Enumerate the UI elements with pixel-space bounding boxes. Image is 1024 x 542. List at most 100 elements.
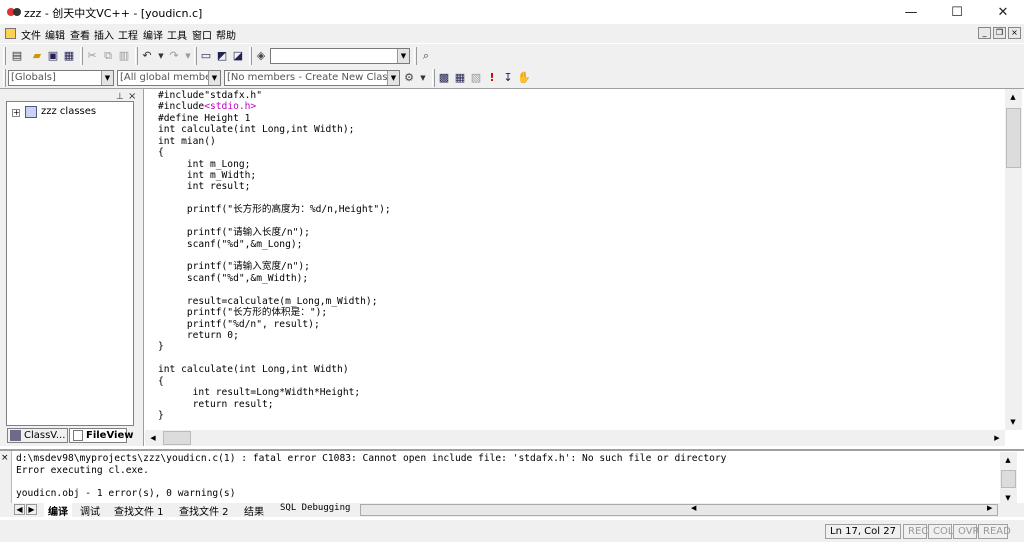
code-line: return result;: [158, 398, 274, 410]
tab-debug[interactable]: 调试: [80, 503, 100, 518]
fileview-icon: [73, 430, 83, 441]
open-folder-icon[interactable]: ▰: [30, 49, 44, 63]
output-vertical-scrollbar[interactable]: ▲ ▼: [1000, 452, 1017, 506]
mdi-minimize-button[interactable]: _: [978, 27, 991, 39]
mdi-close-button[interactable]: ×: [1008, 27, 1021, 39]
code-line: int mian(): [158, 135, 216, 147]
tree-root-label[interactable]: zzz classes: [41, 106, 96, 117]
tab-results[interactable]: 结果: [244, 503, 264, 518]
editor-horizontal-scrollbar[interactable]: ◀ ▶: [145, 430, 1005, 446]
scroll-left-icon[interactable]: ◀: [691, 504, 696, 512]
stop-build-icon[interactable]: ▧: [469, 71, 483, 85]
output-line: Error executing cl.exe.: [16, 464, 149, 476]
build-icon[interactable]: ▦: [453, 71, 467, 85]
chevron-down-icon[interactable]: ▼: [101, 71, 113, 85]
chevron-down-icon[interactable]: ▼: [154, 49, 168, 63]
editor-vertical-scrollbar[interactable]: ▲ ▼: [1005, 89, 1022, 430]
scroll-down-icon[interactable]: ▼: [1005, 414, 1021, 430]
code-line: int calculate(int Long,int Width): [158, 364, 349, 376]
output-window-icon[interactable]: ◩: [215, 49, 229, 63]
menu-project[interactable]: 工程: [118, 27, 138, 42]
maximize-button[interactable]: ☐: [934, 0, 980, 24]
status-bar: Ln 17, Col 27 REC COL OVR READ: [0, 520, 1024, 542]
code-line: printf("请输入宽度/n");: [158, 261, 310, 273]
execute-icon[interactable]: !: [485, 71, 499, 85]
compile-icon[interactable]: ▩: [437, 71, 451, 85]
window-list-icon[interactable]: ◪: [231, 49, 245, 63]
code-line: int result;: [158, 181, 251, 193]
chevron-down-icon[interactable]: ▼: [387, 71, 399, 85]
scroll-left-icon[interactable]: ◀: [145, 430, 161, 446]
code-line: }: [158, 341, 164, 353]
menu-bar: 文件 编辑 查看 插入 工程 编译 工具 窗口 帮助 _ ❐ ×: [0, 24, 1024, 43]
menu-build[interactable]: 编译: [143, 27, 163, 42]
code-line: scanf("%d",&m_Width);: [158, 272, 309, 284]
tab-find-in-files-2[interactable]: 查找文件 2: [179, 503, 229, 518]
menu-window[interactable]: 窗口: [192, 27, 212, 42]
tab-sql-debugging[interactable]: SQL Debugging: [280, 503, 350, 513]
new-file-icon[interactable]: ▤: [10, 49, 24, 63]
col-indicator: COL: [928, 524, 953, 539]
save-icon[interactable]: ▣: [46, 49, 60, 63]
find-icon[interactable]: ⌕: [419, 49, 433, 63]
minimize-button[interactable]: —: [888, 0, 934, 24]
code-line: int m_Long;: [158, 158, 251, 170]
scroll-right-icon[interactable]: ▶: [989, 430, 1005, 446]
code-line: int calculate(int Long,int Width);: [158, 124, 355, 136]
expand-icon[interactable]: +: [12, 109, 20, 117]
go-icon[interactable]: ↧: [501, 71, 515, 85]
scroll-thumb[interactable]: [1006, 108, 1021, 168]
cut-icon[interactable]: ✂: [85, 49, 99, 63]
workspace-icon[interactable]: ▭: [199, 49, 213, 63]
code-editor[interactable]: #include"stdafx.h" #include<stdio.h> #defi…: [145, 89, 1022, 430]
menu-edit[interactable]: 编辑: [45, 27, 65, 42]
chevron-down-icon[interactable]: ▼: [416, 71, 430, 85]
hscroll-thumb[interactable]: [163, 431, 191, 445]
classview-icon: [10, 430, 21, 441]
code-line: int result=Long*Width*Height;: [158, 387, 361, 399]
scroll-thumb[interactable]: [1001, 470, 1016, 488]
members-combo[interactable]: [No members - Create New Class...] ▼: [224, 70, 400, 86]
output-line: youdicn.obj - 1 error(s), 0 warning(s): [16, 487, 236, 499]
code-line: result=calculate(m_Long,m_Width);: [158, 295, 378, 307]
redo-icon[interactable]: ↷: [167, 49, 181, 63]
menu-view[interactable]: 查看: [70, 27, 90, 42]
save-all-icon[interactable]: ▦: [62, 49, 76, 63]
wizard-action-icon[interactable]: ⚙: [402, 71, 416, 85]
close-button[interactable]: ✕: [980, 0, 1024, 24]
classes-folder-icon: [25, 106, 37, 118]
output-horizontal-scrollbar[interactable]: ◀ ▶: [360, 504, 998, 516]
chevron-down-icon[interactable]: ▼: [181, 49, 195, 63]
chevron-down-icon[interactable]: ▼: [208, 71, 220, 85]
tab-find-in-files-1[interactable]: 查找文件 1: [114, 503, 164, 518]
undo-icon[interactable]: ↶: [140, 49, 154, 63]
chevron-down-icon[interactable]: ▼: [397, 49, 409, 63]
code-line: printf("%d/n", result);: [158, 318, 320, 330]
scroll-right-icon[interactable]: ▶: [987, 504, 992, 512]
breakpoint-hand-icon[interactable]: ✋: [517, 71, 531, 85]
menu-insert[interactable]: 插入: [94, 27, 114, 42]
code-line: {: [158, 147, 164, 159]
tab-classview[interactable]: ClassV...: [7, 428, 68, 443]
tab-build[interactable]: 编译: [44, 503, 72, 518]
class-combo[interactable]: [Globals] ▼: [8, 70, 114, 86]
find-combo[interactable]: ▼: [270, 48, 410, 64]
code-line: }: [158, 410, 164, 422]
menu-help[interactable]: 帮助: [216, 27, 236, 42]
menu-file[interactable]: 文件: [21, 27, 41, 42]
tab-scroll-right-icon[interactable]: ▶: [26, 504, 37, 515]
filter-combo[interactable]: [All global members ▼: [117, 70, 221, 86]
find-in-files-icon[interactable]: ◈: [254, 49, 268, 63]
menu-tools[interactable]: 工具: [167, 27, 187, 42]
scroll-up-icon[interactable]: ▲: [1005, 89, 1021, 105]
pane-close-icon[interactable]: ×: [1, 453, 9, 463]
read-indicator: READ: [978, 524, 1011, 539]
paste-icon[interactable]: ▥: [117, 49, 131, 63]
tab-fileview[interactable]: FileView: [69, 428, 133, 443]
tab-scroll-left-icon[interactable]: ◀: [14, 504, 25, 515]
copy-icon[interactable]: ⧉: [101, 49, 115, 63]
mdi-restore-button[interactable]: ❐: [993, 27, 1006, 39]
class-tree[interactable]: + zzz classes: [6, 101, 134, 426]
wizardbar-toolbar: [Globals] ▼ [All global members ▼ [No me…: [0, 67, 1024, 89]
scroll-up-icon[interactable]: ▲: [1000, 452, 1016, 468]
